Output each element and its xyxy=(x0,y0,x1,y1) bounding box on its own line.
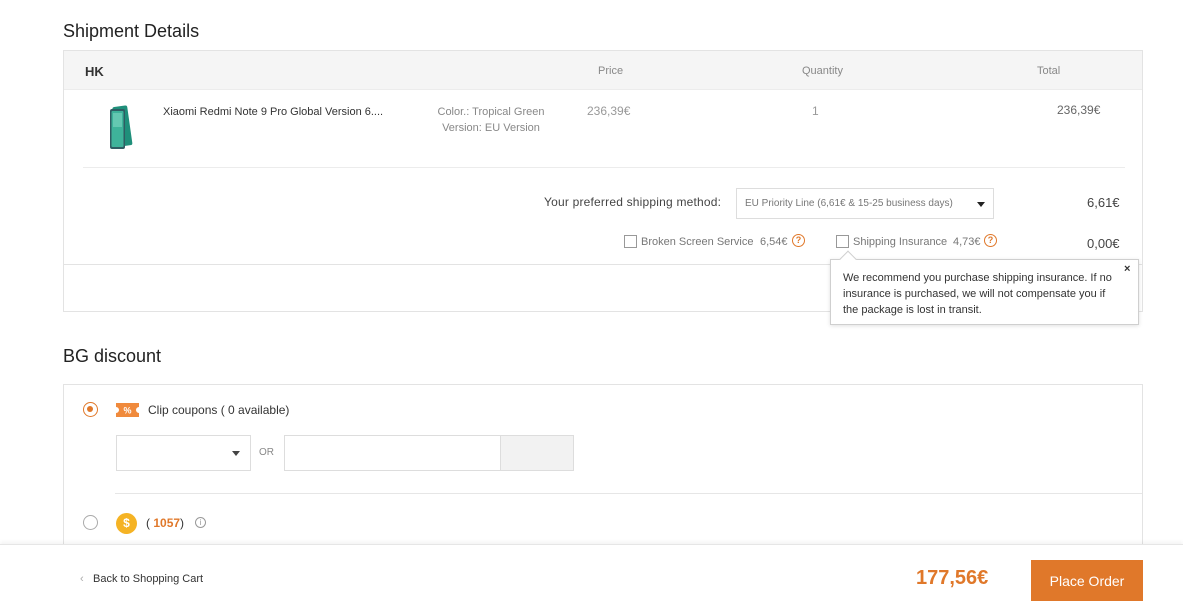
question-icon[interactable]: ? xyxy=(792,234,805,247)
coupon-code-input[interactable] xyxy=(284,435,501,471)
price-column-header: Price xyxy=(598,65,624,77)
shipment-header: HK Price Quantity Total xyxy=(64,51,1142,90)
product-version: Version: EU Version xyxy=(442,122,540,134)
total-column-header: Total xyxy=(1037,65,1061,77)
info-icon[interactable]: i xyxy=(195,517,206,528)
shipping-insurance-checkbox[interactable] xyxy=(836,235,849,248)
apply-coupon-button[interactable] xyxy=(500,435,574,471)
clip-coupons-radio[interactable] xyxy=(83,402,98,417)
coupon-icon: % xyxy=(116,403,139,417)
clip-coupons-label[interactable]: Clip coupons ( 0 available) xyxy=(148,403,289,417)
shipping-method-select[interactable]: EU Priority Line (6,61€ & 15-25 business… xyxy=(736,188,994,219)
broken-screen-label[interactable]: Broken Screen Service xyxy=(641,236,754,248)
phone-thumbnail xyxy=(110,105,133,149)
points-value: 1057 xyxy=(153,516,181,530)
checkout-footer: ‹ Back to Shopping Cart 177,56€ Place Or… xyxy=(0,544,1183,611)
tooltip-text: We recommend you purchase shipping insur… xyxy=(843,272,1112,316)
divider xyxy=(115,493,1142,494)
shipping-insurance-price: 4,73€ xyxy=(953,236,981,248)
broken-screen-price: 6,54€ xyxy=(760,236,788,248)
quantity-column-header: Quantity xyxy=(802,65,843,77)
product-name[interactable]: Xiaomi Redmi Note 9 Pro Global Version 6… xyxy=(163,106,383,118)
shipment-details-title: Shipment Details xyxy=(63,21,200,41)
shipping-method-value: EU Priority Line (6,61€ & 15-25 business… xyxy=(745,198,953,209)
coin-icon: $ xyxy=(116,513,137,534)
points-radio[interactable] xyxy=(83,515,98,530)
insurance-tooltip: We recommend you purchase shipping insur… xyxy=(830,250,1139,325)
warehouse-label: HK xyxy=(85,64,104,79)
coupon-select[interactable] xyxy=(116,435,251,471)
checkout-page: Shipment Details HK Price Quantity Total… xyxy=(0,0,1183,611)
grand-total: 177,56€ xyxy=(916,567,989,589)
chevron-left-icon: ‹ xyxy=(80,573,84,585)
points-label: ( 1057) xyxy=(146,516,185,530)
divider xyxy=(83,167,1125,168)
product-price: 236,39€ xyxy=(587,104,631,118)
shipping-cost: 6,61€ xyxy=(1087,195,1120,210)
svg-text:%: % xyxy=(123,406,131,416)
place-order-button[interactable]: Place Order xyxy=(1031,560,1143,601)
product-thumbnail[interactable] xyxy=(101,103,145,151)
back-to-cart-link[interactable]: Back to Shopping Cart xyxy=(93,573,203,585)
question-icon[interactable]: ? xyxy=(984,234,997,247)
caret-down-icon xyxy=(232,451,240,456)
broken-screen-checkbox[interactable] xyxy=(624,235,637,248)
shipping-method-label: Your preferred shipping method: xyxy=(544,195,722,209)
or-label: OR xyxy=(259,447,274,458)
close-icon[interactable]: × xyxy=(1124,263,1130,275)
product-total: 236,39€ xyxy=(1057,103,1101,117)
caret-down-icon xyxy=(977,202,985,207)
insurance-cost: 0,00€ xyxy=(1087,236,1120,251)
bg-discount-title: BG discount xyxy=(63,346,162,366)
shipping-insurance-label[interactable]: Shipping Insurance xyxy=(853,236,947,248)
product-quantity: 1 xyxy=(812,104,819,118)
product-color: Color.: Tropical Green xyxy=(437,106,545,118)
